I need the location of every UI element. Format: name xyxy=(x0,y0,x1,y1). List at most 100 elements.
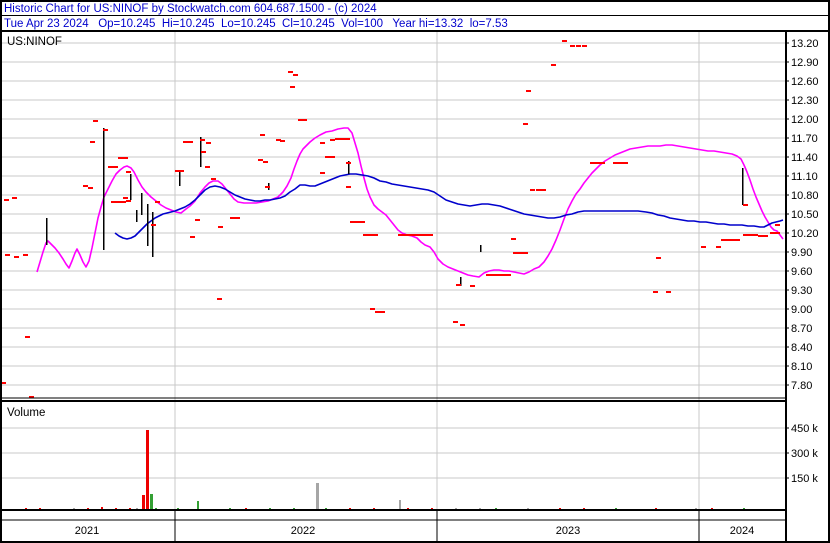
price-mark xyxy=(123,197,128,199)
price-mark xyxy=(103,129,108,131)
price-mark xyxy=(726,239,731,241)
price-range-bar xyxy=(46,218,48,245)
price-mark xyxy=(653,291,658,293)
price-mark xyxy=(320,172,325,174)
price-mark xyxy=(763,235,768,237)
price-mark xyxy=(743,204,748,206)
price-mark xyxy=(206,142,211,144)
price-mark xyxy=(506,274,511,276)
price-axis-label: 10.80 xyxy=(791,190,819,202)
price-mark xyxy=(363,234,368,236)
price-mark xyxy=(23,254,28,256)
price-range-bar xyxy=(130,174,132,200)
price-axis-label: 12.90 xyxy=(791,57,819,69)
price-mark xyxy=(93,120,98,122)
price-axis-label: 8.40 xyxy=(791,342,812,354)
price-axis-label: 12.00 xyxy=(791,114,819,126)
price-mark xyxy=(758,235,763,237)
price-mark xyxy=(211,178,216,180)
price-mark xyxy=(398,234,403,236)
price-axis-label: 11.40 xyxy=(791,152,818,164)
price-mark xyxy=(513,252,518,254)
year-label: 2021 xyxy=(75,525,99,537)
price-mark xyxy=(346,162,351,164)
price-mark xyxy=(280,140,285,142)
price-mark xyxy=(770,232,775,234)
price-mark xyxy=(418,234,423,236)
price-mark xyxy=(523,123,528,125)
chart-canvas: 13.20 12.90 12.60 12.30 12.00 11.70 11.40 11.10… xyxy=(0,0,830,543)
price-mark xyxy=(370,308,375,310)
price-mark xyxy=(113,166,118,168)
price-mark xyxy=(523,252,528,254)
price-mark xyxy=(526,90,531,92)
price-mark xyxy=(90,141,95,143)
price-mark xyxy=(235,217,240,219)
volume-axis-label: 150 k xyxy=(791,473,818,485)
price-mark xyxy=(217,298,222,300)
price-mark xyxy=(195,219,200,221)
year-label: 2023 xyxy=(556,525,580,537)
price-mark xyxy=(582,45,587,47)
volume-axis-label: 450 k xyxy=(791,423,818,435)
year-label: 2022 xyxy=(291,525,315,537)
price-mark xyxy=(151,224,156,226)
price-mark xyxy=(775,224,780,226)
price-mark xyxy=(380,311,385,313)
price-mark xyxy=(775,232,780,234)
price-range-bar xyxy=(103,128,105,250)
price-axis-label: 13.20 xyxy=(791,38,819,50)
price-mark xyxy=(111,201,116,203)
price-mark xyxy=(562,40,567,42)
price-mark xyxy=(753,234,758,236)
price-mark xyxy=(721,239,726,241)
price-range-bar xyxy=(152,212,154,257)
price-mark xyxy=(666,291,671,293)
price-axis-label: 10.50 xyxy=(791,209,819,221)
price-mark xyxy=(408,234,413,236)
price-mark xyxy=(258,159,263,161)
price-mark xyxy=(25,336,30,338)
price-mark xyxy=(453,321,458,323)
price-mark xyxy=(260,134,265,136)
price-mark xyxy=(595,162,600,164)
price-mark xyxy=(360,221,365,223)
volume-panel-label: Volume xyxy=(7,407,45,419)
price-mark xyxy=(188,141,193,143)
price-mark xyxy=(423,234,428,236)
price-axis-label: 9.90 xyxy=(791,247,812,259)
volume-bar xyxy=(399,500,401,510)
volume-bar xyxy=(146,430,149,510)
price-mark xyxy=(123,157,128,159)
price-mark xyxy=(263,161,268,163)
volume-bar xyxy=(197,501,199,510)
price-mark xyxy=(350,221,355,223)
volume-bar xyxy=(142,495,145,510)
price-mark xyxy=(346,186,351,188)
stock-chart-window: 13.20 12.90 12.60 12.30 12.00 11.70 11.40 11.10… xyxy=(0,0,830,543)
price-mark xyxy=(183,141,188,143)
price-mark xyxy=(656,257,661,259)
price-mark xyxy=(491,274,496,276)
price-axis-label: 9.30 xyxy=(791,285,812,297)
price-mark xyxy=(330,139,335,141)
price-mark xyxy=(496,274,501,276)
price-mark xyxy=(155,201,160,203)
price-axis-label: 8.70 xyxy=(791,323,812,335)
price-mark xyxy=(230,217,235,219)
volume-bar xyxy=(150,494,153,510)
price-mark xyxy=(345,138,350,140)
price-mark xyxy=(623,162,628,164)
price-mark xyxy=(288,71,293,73)
price-axis-label: 12.60 xyxy=(791,76,819,88)
price-mark xyxy=(265,186,270,188)
symbol-label: US:NINOF xyxy=(7,36,62,48)
chart-title: Historic Chart for US:NINOF by Stockwatc… xyxy=(4,3,377,15)
price-mark xyxy=(701,246,706,248)
price-mark xyxy=(486,274,491,276)
price-mark xyxy=(551,64,556,66)
volume-bar xyxy=(316,483,319,510)
price-mark xyxy=(743,234,748,236)
price-mark xyxy=(590,162,595,164)
price-mark xyxy=(121,201,126,203)
